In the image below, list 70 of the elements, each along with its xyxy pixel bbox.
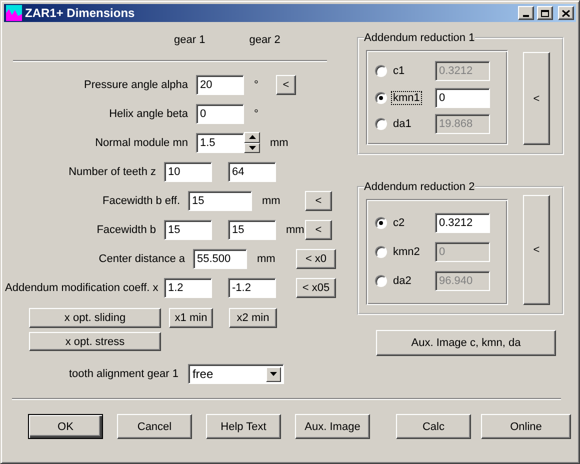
- column-header: gear 1: [174, 34, 206, 48]
- field-label: Helix angle beta: [108, 108, 189, 120]
- radio-label[interactable]: c2: [391, 216, 407, 230]
- minimize-icon[interactable]: [518, 6, 534, 20]
- dialog-button[interactable]: Help Text: [206, 414, 281, 439]
- radio-button[interactable]: [375, 65, 387, 77]
- group-title: Addendum reduction 1: [364, 32, 475, 44]
- input-field[interactable]: 10: [164, 162, 212, 182]
- dialog-button[interactable]: Aux. Image: [295, 414, 370, 439]
- unit-label: mm: [262, 194, 280, 206]
- input-field[interactable]: 0: [196, 104, 244, 124]
- field-label: Facewidth b eff.: [102, 194, 181, 206]
- dialog-button[interactable]: Cancel: [117, 414, 192, 439]
- radio-label[interactable]: c1: [391, 64, 407, 78]
- apply-button[interactable]: < x0: [296, 248, 336, 268]
- input-field[interactable]: 64: [228, 162, 276, 182]
- apply-button[interactable]: <: [523, 52, 550, 145]
- radio-label[interactable]: da1: [391, 117, 414, 131]
- unit-label: °: [254, 108, 258, 120]
- radio-label[interactable]: kmn1: [391, 90, 422, 104]
- apply-button[interactable]: < x05: [296, 278, 336, 298]
- spin-buttons[interactable]: [244, 132, 260, 153]
- radio-label[interactable]: kmn2: [391, 245, 422, 259]
- input-field[interactable]: 55.500: [193, 248, 247, 268]
- radio-button[interactable]: [375, 275, 387, 288]
- field-label: Center distance a: [98, 252, 186, 264]
- unit-label: mm: [270, 136, 288, 148]
- dialog-button[interactable]: Online: [481, 414, 571, 439]
- window-title: ZAR1+ Dimensions: [25, 6, 136, 20]
- apply-button[interactable]: <: [523, 195, 550, 305]
- field-label: Normal module mn: [94, 136, 189, 148]
- field-label: tooth alignment gear 1: [69, 368, 178, 380]
- unit-label: mm: [257, 252, 276, 264]
- image-button[interactable]: Aux. Image c, kmn, da: [376, 330, 556, 356]
- maximize-icon[interactable]: [537, 6, 553, 20]
- apply-button[interactable]: <: [276, 74, 296, 94]
- unit-label: °: [254, 78, 258, 90]
- field-label: Pressure angle alpha: [83, 78, 189, 90]
- dialog-button[interactable]: Calc: [396, 414, 471, 439]
- field-label: Number of teeth z: [68, 166, 157, 178]
- input-field[interactable]: 1.2: [164, 278, 212, 298]
- input-field[interactable]: 15: [188, 190, 252, 210]
- radio-button[interactable]: [375, 118, 387, 130]
- input-field[interactable]: -1.2: [228, 278, 276, 298]
- app-icon: [6, 5, 22, 21]
- apply-button[interactable]: <: [305, 190, 332, 210]
- close-icon[interactable]: [558, 6, 574, 20]
- apply-button[interactable]: <: [305, 220, 332, 240]
- input-field[interactable]: 1.5: [196, 132, 244, 152]
- dialog-button[interactable]: OK: [28, 414, 103, 439]
- group-title: Addendum reduction 2: [364, 181, 475, 193]
- column-header: gear 2: [249, 34, 280, 48]
- radio-button[interactable]: [375, 246, 387, 258]
- optimize-button[interactable]: x1 min: [169, 308, 213, 328]
- input-field[interactable]: 0.3212: [435, 212, 490, 233]
- input-field[interactable]: 15: [228, 220, 276, 240]
- unit-label: mm: [286, 224, 304, 236]
- optimize-button[interactable]: x opt. stress: [29, 332, 161, 351]
- dropdown-arrow-icon: [270, 372, 278, 376]
- optimize-button[interactable]: x opt. sliding: [29, 308, 161, 328]
- radio-button[interactable]: [375, 92, 387, 104]
- optimize-button[interactable]: x2 min: [229, 308, 277, 328]
- radio-button[interactable]: [375, 216, 387, 229]
- field-label: Facewidth b: [96, 224, 157, 236]
- radio-label[interactable]: da2: [391, 274, 414, 288]
- field-label: Addendum modification coeff. x: [5, 282, 160, 294]
- input-field[interactable]: 0: [435, 88, 490, 108]
- dropdown[interactable]: free: [188, 364, 284, 384]
- input-field[interactable]: 20: [196, 74, 244, 94]
- input-field[interactable]: 15: [164, 220, 212, 240]
